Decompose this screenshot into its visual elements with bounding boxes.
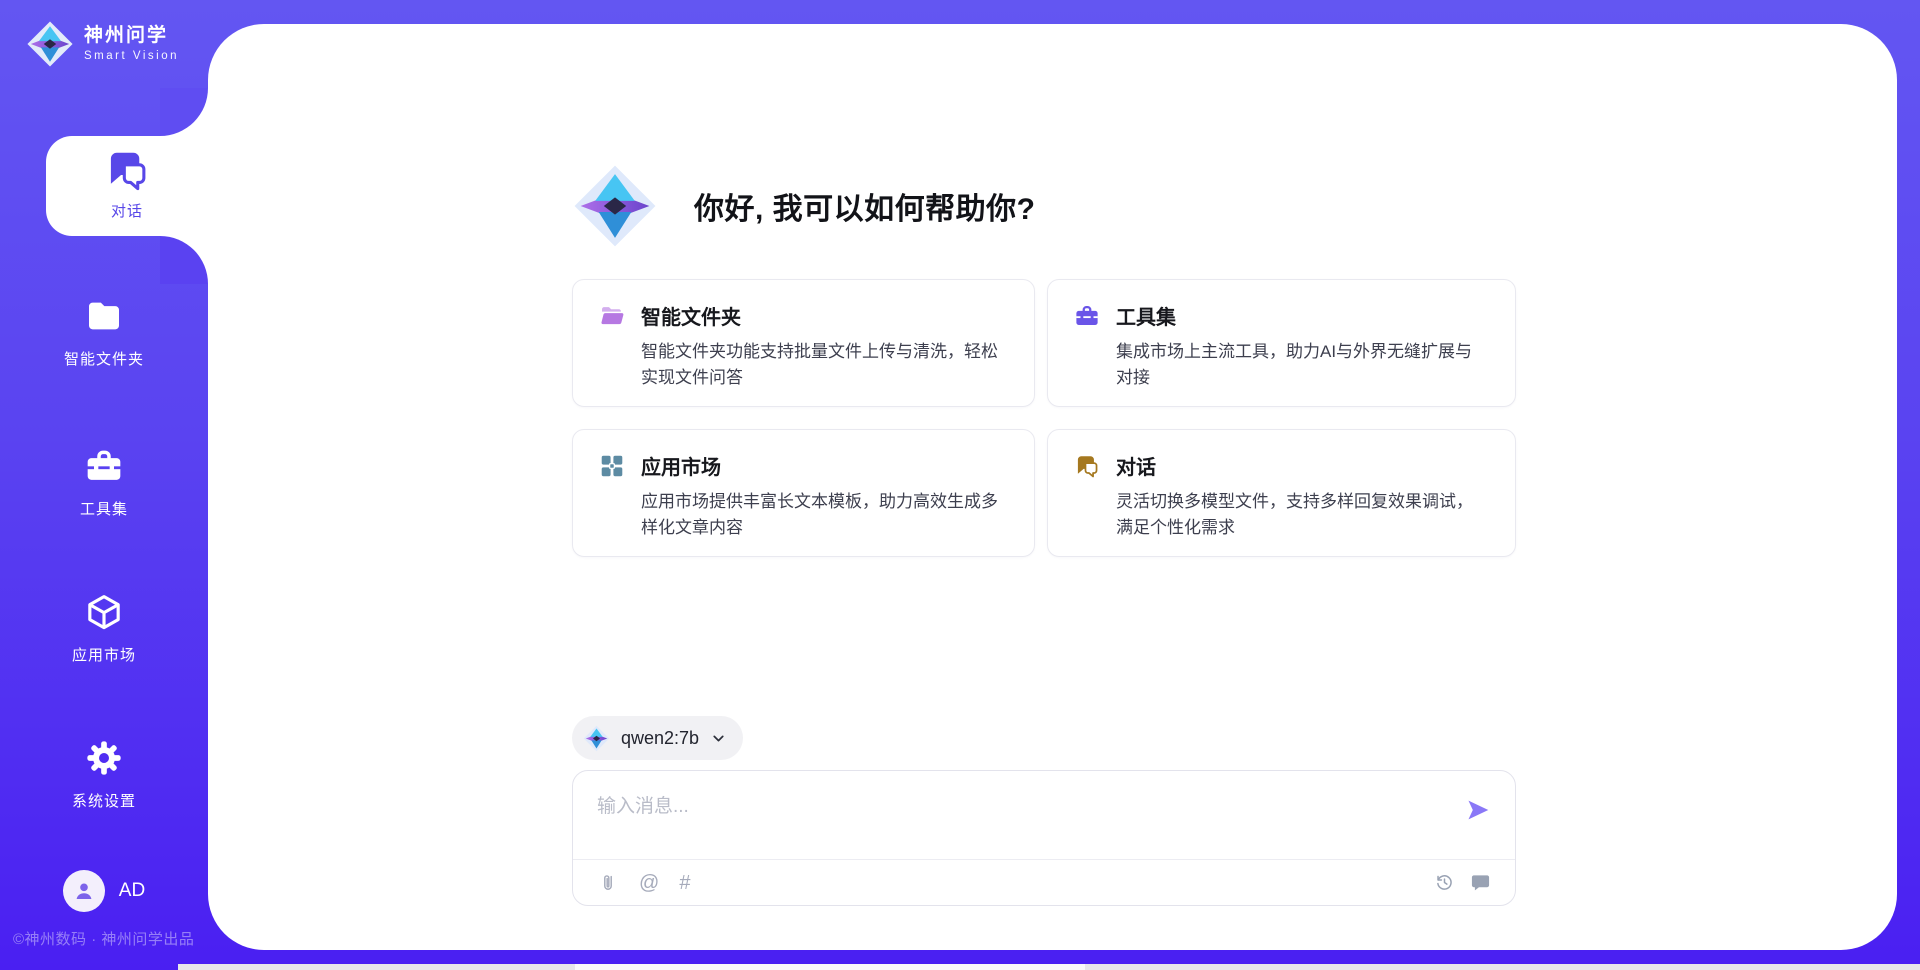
sidebar-item-label: 应用市场	[0, 644, 208, 665]
sidebar-item-label: 系统设置	[0, 790, 208, 811]
copyright-text: ©神州数码 · 神州问学出品	[13, 928, 194, 949]
tab-curve-top	[160, 88, 208, 136]
avatar	[63, 870, 105, 912]
comment-icon[interactable]	[1470, 872, 1491, 893]
brand-diamond-logo-icon	[26, 20, 74, 68]
message-input[interactable]	[573, 771, 1403, 851]
horizontal-scrollbar	[178, 964, 1920, 970]
card-smart-folder[interactable]: 智能文件夹 智能文件夹功能支持批量文件上传与清洗，轻松实现文件问答	[572, 279, 1035, 407]
paperclip-icon[interactable]	[597, 872, 619, 894]
sidebar-item-label: 智能文件夹	[0, 348, 208, 369]
sidebar-item-settings[interactable]: 系统设置	[0, 738, 208, 811]
toolbox-icon	[84, 446, 124, 486]
toolbox-icon	[1074, 303, 1100, 329]
card-description: 智能文件夹功能支持批量文件上传与清洗，轻松实现文件问答	[641, 339, 1008, 390]
model-selector[interactable]: qwen2:7b	[572, 716, 743, 760]
card-title: 对话	[1116, 451, 1156, 480]
horizontal-scrollbar-thumb[interactable]	[575, 964, 1085, 970]
feature-cards: 智能文件夹 智能文件夹功能支持批量文件上传与清洗，轻松实现文件问答 工具集 集成…	[572, 279, 1516, 557]
open-folder-icon	[599, 303, 625, 329]
model-name: qwen2:7b	[621, 728, 699, 749]
history-restore-icon[interactable]	[1434, 872, 1455, 893]
cube-icon	[84, 592, 124, 632]
composer-toolbar: @ #	[597, 860, 1491, 905]
person-icon	[71, 878, 97, 904]
send-arrow-icon	[1465, 797, 1491, 823]
assistant-diamond-logo-icon	[572, 163, 658, 249]
chat-bubbles-icon	[104, 147, 150, 193]
sidebar: 神州问学 Smart Vision 对话 智能文件夹	[0, 0, 208, 970]
app-grid-icon	[599, 453, 625, 479]
mention-icon[interactable]: @	[639, 873, 659, 893]
card-description: 应用市场提供丰富长文本模板，助力高效生成多样化文章内容	[641, 489, 1008, 540]
card-title: 应用市场	[641, 451, 721, 480]
greeting-title: 你好, 我可以如何帮助你?	[694, 184, 1036, 228]
greeting-block: 你好, 我可以如何帮助你?	[572, 163, 1036, 249]
brand-name: 神州问学	[84, 26, 179, 47]
sidebar-item-label: 工具集	[0, 498, 208, 519]
send-button[interactable]	[1465, 797, 1491, 823]
chat-bubbles-icon	[1074, 453, 1100, 479]
sidebar-item-label: 对话	[46, 200, 208, 221]
card-description: 集成市场上主流工具，助力AI与外界无缝扩展与对接	[1116, 339, 1489, 390]
sidebar-item-app-market[interactable]: 应用市场	[0, 592, 208, 665]
card-description: 灵活切换多模型文件，支持多样回复效果调试，满足个性化需求	[1116, 489, 1489, 540]
topic-icon[interactable]: #	[679, 873, 690, 893]
user-account[interactable]: AD	[0, 870, 208, 912]
brand-subtitle: Smart Vision	[84, 50, 179, 63]
user-name: AD	[119, 880, 145, 902]
sidebar-item-toolbox[interactable]: 工具集	[0, 446, 208, 519]
message-composer: @ #	[572, 770, 1516, 906]
model-diamond-logo-icon	[583, 725, 610, 752]
chevron-down-icon	[710, 730, 727, 747]
gear-icon	[84, 738, 124, 778]
card-toolbox[interactable]: 工具集 集成市场上主流工具，助力AI与外界无缝扩展与对接	[1047, 279, 1516, 407]
sidebar-item-smart-folder[interactable]: 智能文件夹	[0, 296, 208, 369]
sidebar-item-chat[interactable]: 对话	[46, 136, 208, 236]
tab-curve-bottom	[160, 236, 208, 284]
card-app-market[interactable]: 应用市场 应用市场提供丰富长文本模板，助力高效生成多样化文章内容	[572, 429, 1035, 557]
card-title: 工具集	[1116, 301, 1176, 330]
main-panel: 你好, 我可以如何帮助你? 智能文件夹 智能文件夹功能支持批量文件上传与清洗，轻…	[208, 24, 1897, 950]
card-title: 智能文件夹	[641, 301, 741, 330]
brand: 神州问学 Smart Vision	[26, 20, 179, 68]
card-chat[interactable]: 对话 灵活切换多模型文件，支持多样回复效果调试，满足个性化需求	[1047, 429, 1516, 557]
folder-icon	[84, 296, 124, 336]
